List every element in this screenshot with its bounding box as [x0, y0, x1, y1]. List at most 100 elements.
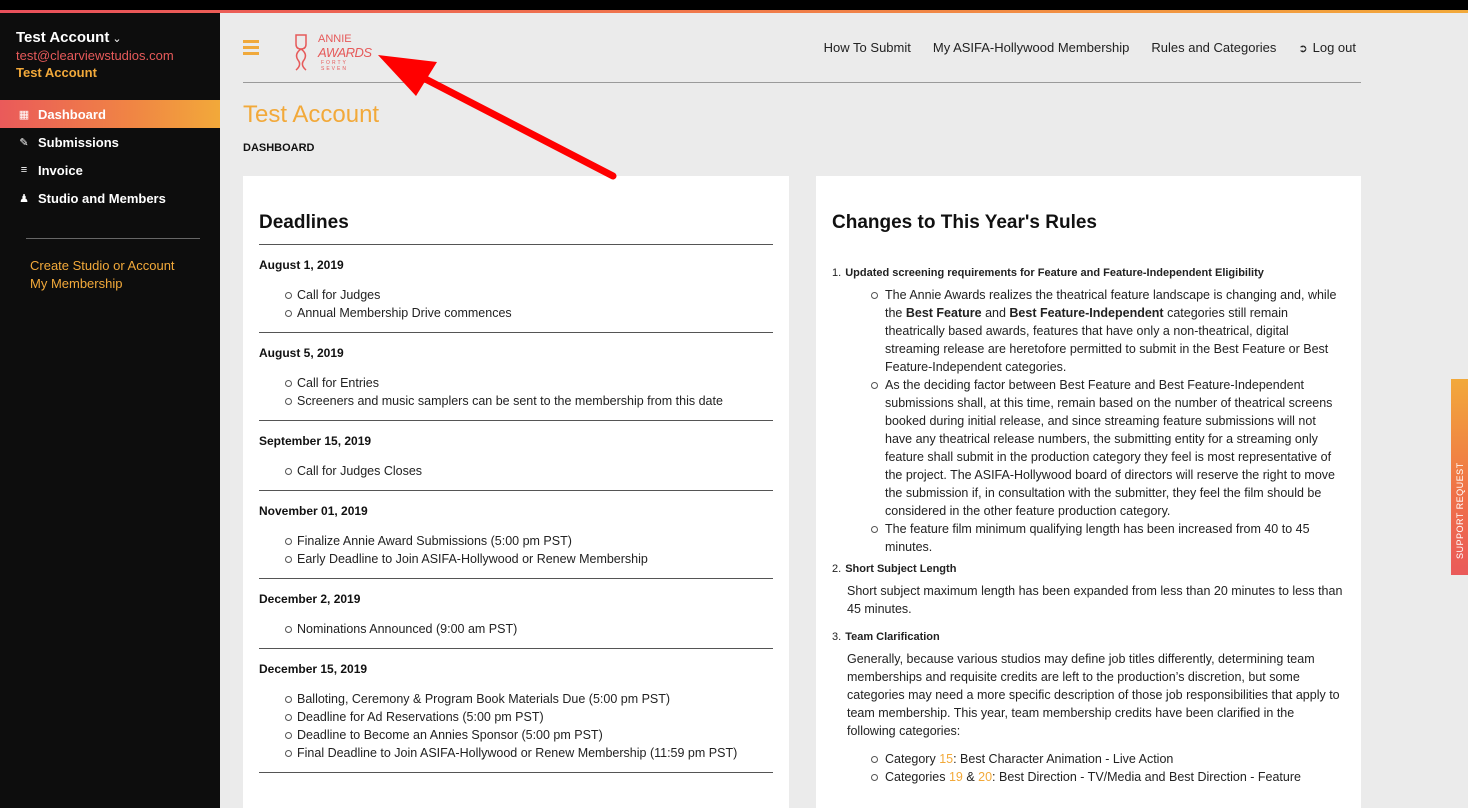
logo-line2: AWARDS [318, 45, 372, 60]
sidebar-links: Create Studio or Account My Membership [0, 239, 220, 311]
deadline-item: Finalize Annie Award Submissions (5:00 p… [285, 532, 773, 550]
deadline-items: Call for Judges Closes [259, 462, 773, 480]
sidebar-item-submissions[interactable]: ✎ Submissions [0, 128, 220, 156]
rule-2-title: 2. Short Subject Length [832, 560, 1345, 578]
annie-awards-logo[interactable]: ANNIE AWARDS FORTY SEVEN [288, 32, 376, 72]
logout-label: Log out [1312, 40, 1356, 55]
rule-number: 1. [832, 267, 842, 279]
text-run: Categories [885, 770, 949, 784]
deadlines-heading: Deadlines [259, 212, 773, 245]
logo-line3: FORTY SEVEN [321, 60, 348, 72]
sidebar-nav: ▦ Dashboard ✎ Submissions ≡ Invoice ♟ St… [0, 100, 220, 212]
chevron-down-icon: ⌄ [112, 33, 122, 45]
logo-line1: ANNIE [318, 33, 352, 45]
edit-icon: ✎ [19, 136, 29, 149]
account-menu[interactable]: Test Account ⌄ [16, 29, 204, 46]
breadcrumb: DASHBOARD [243, 142, 315, 154]
rule-1-bullets: The Annie Awards realizes the theatrical… [832, 286, 1345, 556]
deadline-item: Early Deadline to Join ASIFA-Hollywood o… [285, 550, 773, 568]
top-nav: How To Submit My ASIFA-Hollywood Members… [824, 40, 1356, 55]
rule-1-bullet-3: The feature film minimum qualifying leng… [871, 520, 1345, 556]
category-link[interactable]: 15 [939, 752, 953, 766]
deadline-date: December 15, 2019 [259, 662, 368, 676]
text-run: and [981, 306, 1010, 320]
rules-list: 1. Updated screening requirements for Fea… [832, 264, 1345, 786]
deadline-date: September 15, 2019 [259, 434, 372, 448]
deadline-group: August 1, 2019 Call for Judges Annual Memb… [259, 245, 773, 333]
trophy-icon [295, 34, 307, 71]
rule-1-bullet-1: The Annie Awards realizes the theatrical… [871, 286, 1345, 376]
rule-1-bullet-2: As the deciding factor between Best Feat… [871, 376, 1345, 520]
rules-card: Changes to This Year's Rules 1. Updated s… [816, 176, 1361, 808]
text-bold: Best Feature [905, 306, 982, 320]
rules-heading: Changes to This Year's Rules [832, 212, 1097, 233]
top-gradient-strip [0, 10, 1468, 13]
rule-title-text: Team Clarification [845, 631, 940, 643]
support-request-tab[interactable]: SUPPORT REQUEST [1451, 379, 1468, 575]
page-title: Test Account [243, 101, 380, 128]
deadline-items: Call for Entries Screeners and music samp… [259, 374, 773, 410]
deadline-items: Finalize Annie Award Submissions (5:00 p… [259, 532, 773, 568]
rule-number: 3. [832, 631, 842, 643]
account-block: Test Account ⌄ test@clearviewstudios.com … [0, 13, 220, 80]
deadline-item: Deadline for Ad Reservations (5:00 pm PS… [285, 708, 773, 726]
sidebar-item-dashboard[interactable]: ▦ Dashboard [0, 100, 220, 128]
account-subname: Test Account [16, 65, 97, 80]
deadline-item: Call for Judges [285, 286, 773, 304]
rule-1-title: 1. Updated screening requirements for Fea… [832, 264, 1345, 282]
text-bold: Best Feature-Independent [1009, 306, 1164, 320]
category-link[interactable]: 20 [978, 770, 992, 784]
text-run: & [962, 770, 979, 784]
membership-link[interactable]: My ASIFA-Hollywood Membership [933, 40, 1130, 55]
deadline-group: September 15, 2019 Call for Judges Closes [259, 421, 773, 491]
category-link[interactable]: 19 [949, 770, 963, 784]
deadline-date: August 1, 2019 [259, 258, 344, 272]
rule-title-text: Short Subject Length [845, 563, 957, 575]
deadline-date: November 01, 2019 [259, 504, 368, 518]
sidebar-item-label: Invoice [38, 162, 83, 178]
account-email: test@clearviewstudios.com [16, 48, 174, 63]
deadline-item: Call for Entries [285, 374, 773, 392]
logout-icon: ➲ [1298, 43, 1308, 55]
rule-3-bullet-2: Categories 19 & 20: Best Direction - TV/… [871, 768, 1345, 786]
sidebar-item-studio-and-members[interactable]: ♟ Studio and Members [0, 184, 220, 212]
rule-3-text: Generally, because various studios may d… [847, 652, 1340, 738]
deadline-group: August 5, 2019 Call for Entries Screeners … [259, 333, 773, 421]
list-icon: ≡ [20, 164, 28, 176]
my-membership-link[interactable]: My Membership [30, 275, 190, 293]
text-run: : Best Character Animation - Live Action [953, 752, 1174, 766]
sidebar-item-label: Studio and Members [38, 190, 166, 206]
rule-title-text: Updated screening requirements for Featu… [845, 267, 1264, 279]
deadlines-card: Deadlines August 1, 2019 Call for Judges A… [243, 176, 789, 808]
sidebar-item-invoice[interactable]: ≡ Invoice [0, 156, 220, 184]
deadline-group: November 01, 2019 Finalize Annie Award Su… [259, 491, 773, 579]
deadline-item: Balloting, Ceremony & Program Book Mater… [285, 690, 773, 708]
sidebar: Test Account ⌄ test@clearviewstudios.com … [0, 13, 220, 808]
deadline-item: Call for Judges Closes [285, 462, 773, 480]
support-request-label: SUPPORT REQUEST [1455, 462, 1465, 559]
sidebar-item-label: Submissions [38, 134, 119, 150]
dashboard-icon: ▦ [18, 108, 30, 121]
deadline-item: Annual Membership Drive commences [285, 304, 773, 322]
rule-2-text: Short subject maximum length has been ex… [847, 584, 1343, 616]
create-studio-link[interactable]: Create Studio or Account [30, 257, 190, 275]
deadline-item: Final Deadline to Join ASIFA-Hollywood o… [285, 744, 773, 762]
deadlines-list: August 1, 2019 Call for Judges Annual Memb… [259, 245, 773, 773]
how-to-submit-link[interactable]: How To Submit [824, 40, 911, 55]
deadline-item: Nominations Announced (9:00 am PST) [285, 620, 773, 638]
deadline-items: Balloting, Ceremony & Program Book Mater… [259, 690, 773, 762]
header-divider [243, 82, 1361, 83]
logout-link[interactable]: ➲ Log out [1298, 40, 1356, 55]
rule-3-bullet-1: Category 15: Best Character Animation - … [871, 750, 1345, 768]
arrow-head [378, 55, 437, 96]
hamburger-menu-icon[interactable] [243, 40, 259, 55]
user-icon: ♟ [19, 192, 29, 205]
rule-3-title: 3. Team Clarification [832, 628, 1345, 646]
deadline-item: Deadline to Become an Annies Sponsor (5:… [285, 726, 773, 744]
deadline-date: December 2, 2019 [259, 592, 361, 606]
deadline-group: December 15, 2019 Balloting, Ceremony & P… [259, 649, 773, 773]
rule-number: 2. [832, 563, 842, 575]
rules-link[interactable]: Rules and Categories [1151, 40, 1276, 55]
deadline-items: Nominations Announced (9:00 am PST) [259, 620, 773, 638]
text-run: Category [885, 752, 940, 766]
